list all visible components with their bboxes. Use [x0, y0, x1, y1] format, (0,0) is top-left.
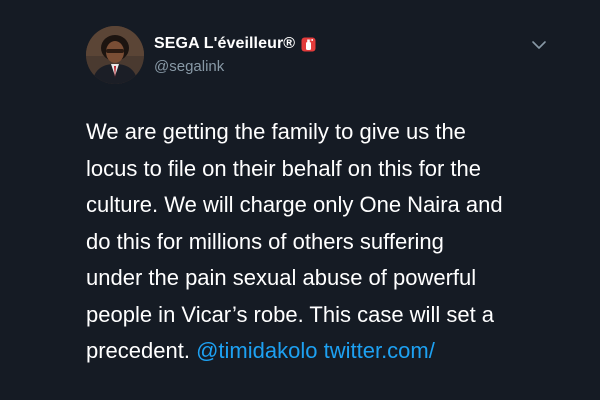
tweet-line: culture. We will charge only One Naira a… [86, 192, 503, 217]
tweet-line: do this for millions of others suffering [86, 228, 444, 254]
avatar[interactable] [86, 26, 144, 84]
mention-link[interactable]: @timidakolo [196, 338, 317, 363]
tweet-line: under the pain sexual abuse of powerful [86, 265, 477, 290]
author-display-name[interactable]: SEGA L'éveilleur® [154, 35, 295, 53]
profile-photo-icon [86, 26, 144, 84]
tweet-card: SEGA L'éveilleur® @segalink We are getti… [0, 0, 600, 400]
tweet-line: locus to file on their behalf on this fo… [86, 155, 482, 181]
fire-extinguisher-icon [301, 37, 316, 52]
tweet-text: We are getting the family to give us the… [86, 114, 556, 370]
tweet-last-line: precedent. @timidakolo twitter.com/ [86, 333, 556, 370]
tweet-last-line-text: precedent. [86, 338, 190, 363]
author-name-row: SEGA L'éveilleur® [154, 35, 316, 53]
tweet-line: people in Vicar’s robe. This case will s… [86, 301, 495, 327]
tweet-line: We are getting the family to give us the [86, 119, 466, 144]
chevron-down-icon[interactable] [530, 38, 548, 52]
author-handle[interactable]: @segalink [154, 58, 224, 75]
url-link[interactable]: twitter.com/ [324, 338, 435, 363]
